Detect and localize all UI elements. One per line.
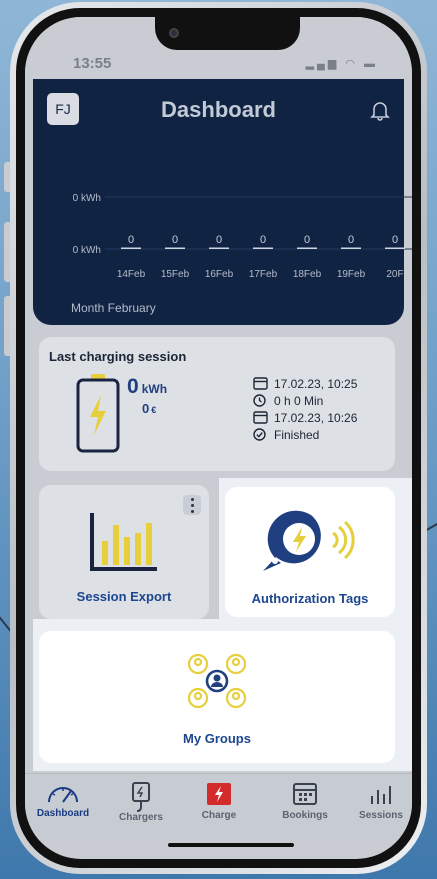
chart-y-tick-label: 0 kWh [73,245,101,256]
phone-frame: 13:55 ▂▄▆ ◠ ▬ FJ Dashboard 1 kWh0 kWh0 k… [10,2,427,874]
clock-icon [253,394,266,407]
my-groups-tile[interactable]: My Groups [39,631,395,763]
charge-bolt-icon [207,783,231,805]
chart-bar [297,247,317,249]
bar-chart-icon [90,513,157,571]
chart-bar [209,247,229,249]
chart-data-label: 0 [348,234,354,246]
home-indicator[interactable] [168,843,294,847]
chart-data-label: 0 [172,234,178,246]
chart-y-tick-label: 0 kWh [73,193,101,204]
tab-charge-label: Charge [201,810,237,821]
session-end: 17.02.23, 10:26 [274,410,358,425]
check-circle-icon [253,428,266,441]
chart-x-tick-label: 15Feb [161,269,190,280]
session-details: 17.02.23, 10:25 0 h 0 Min 17.02.23, 10:2… [253,375,357,443]
cost-number: 0 [142,401,150,416]
tab-sessions-label: Sessions [359,810,403,821]
tab-bar: Dashboard Chargers Charge Bookings Sessi… [25,773,412,841]
status-icons: ▂▄▆ ◠ ▬ [305,58,378,70]
tab-bookings[interactable]: Bookings [267,782,343,821]
bell-icon[interactable] [370,99,390,121]
tab-dashboard[interactable]: Dashboard [25,782,101,819]
cost-unit: € [151,405,157,415]
energy-chart: 1 kWh 0 kWh 0 kWh 0 14Feb 0 15Feb 0 16Feb 0 17Feb 0… [73,131,412,280]
tab-chargers[interactable]: Chargers [103,782,179,823]
calendar-icon [293,783,317,805]
my-groups-label: My Groups [183,731,251,746]
battery-icon [76,374,120,453]
chart-x-tick-label: 17Feb [249,269,278,280]
chart-data-label: 0 [128,234,134,246]
tab-bookings-label: Bookings [282,810,328,821]
last-session-card[interactable]: Last charging session 0 kWh 0 € 17.02.23, … [39,337,395,471]
chart-x-tick-label: 19Feb [337,269,366,280]
authorization-tags-label: Authorization Tags [251,591,369,606]
page-title: Dashboard [161,97,276,122]
cost-value: 0 € [142,401,156,416]
session-status: Finished [274,427,320,442]
chart-bar [253,247,273,249]
energy-value: 0 kWh [127,375,167,399]
tab-chargers-label: Chargers [119,812,163,823]
last-session-title: Last charging session [49,349,187,364]
chart-y-tick-label: 1 kWh [73,131,101,134]
chart-data-label: 0 [304,234,310,246]
notch [155,17,300,50]
session-start: 17.02.23, 10:25 [274,376,358,391]
authorization-tags-tile[interactable]: Authorization Tags [225,487,395,617]
chart-x-tick-label: 18Feb [293,269,322,280]
dashboard-header: FJ Dashboard 1 kWh0 kWh0 kWh014Feb015Feb… [33,79,412,325]
chart-x-tick-label: 14Feb [117,269,146,280]
session-duration: 0 h 0 Min [274,393,324,408]
tab-charge[interactable]: Charge [181,782,257,821]
calendar-icon [253,377,268,390]
chart-x-tick-label: 16Feb [205,269,234,280]
more-options-button[interactable] [183,495,201,515]
rfid-tag-icon [263,510,355,571]
chart-bar [165,247,185,249]
gauge-icon [48,787,78,803]
group-users-icon [187,653,247,709]
session-export-tile[interactable]: Session Export [39,485,209,619]
chart-data-label: 0 [392,234,398,246]
tab-dashboard-label: Dashboard [36,808,90,819]
bar-chart-icon [371,786,391,804]
status-time: 13:55 [73,55,112,72]
app-screen: 13:55 ▂▄▆ ◠ ▬ FJ Dashboard 1 kWh0 kWh0 k… [25,17,412,859]
camera-icon [169,28,179,38]
chart-data-label: 0 [260,234,266,246]
chart-bar [341,247,361,249]
chart-x-tick-label: 20F [386,269,403,280]
tab-sessions[interactable]: Sessions [343,782,412,821]
chart-bar [121,247,141,249]
session-export-label: Session Export [76,589,172,604]
energy-unit: kWh [141,382,168,396]
chart-data-label: 0 [216,234,222,246]
calendar-end-icon [253,411,268,424]
energy-number: 0 [127,375,139,398]
chart-bar [385,247,405,249]
charger-plug-icon [132,782,150,812]
chart-month-caption: Month February [71,301,156,315]
